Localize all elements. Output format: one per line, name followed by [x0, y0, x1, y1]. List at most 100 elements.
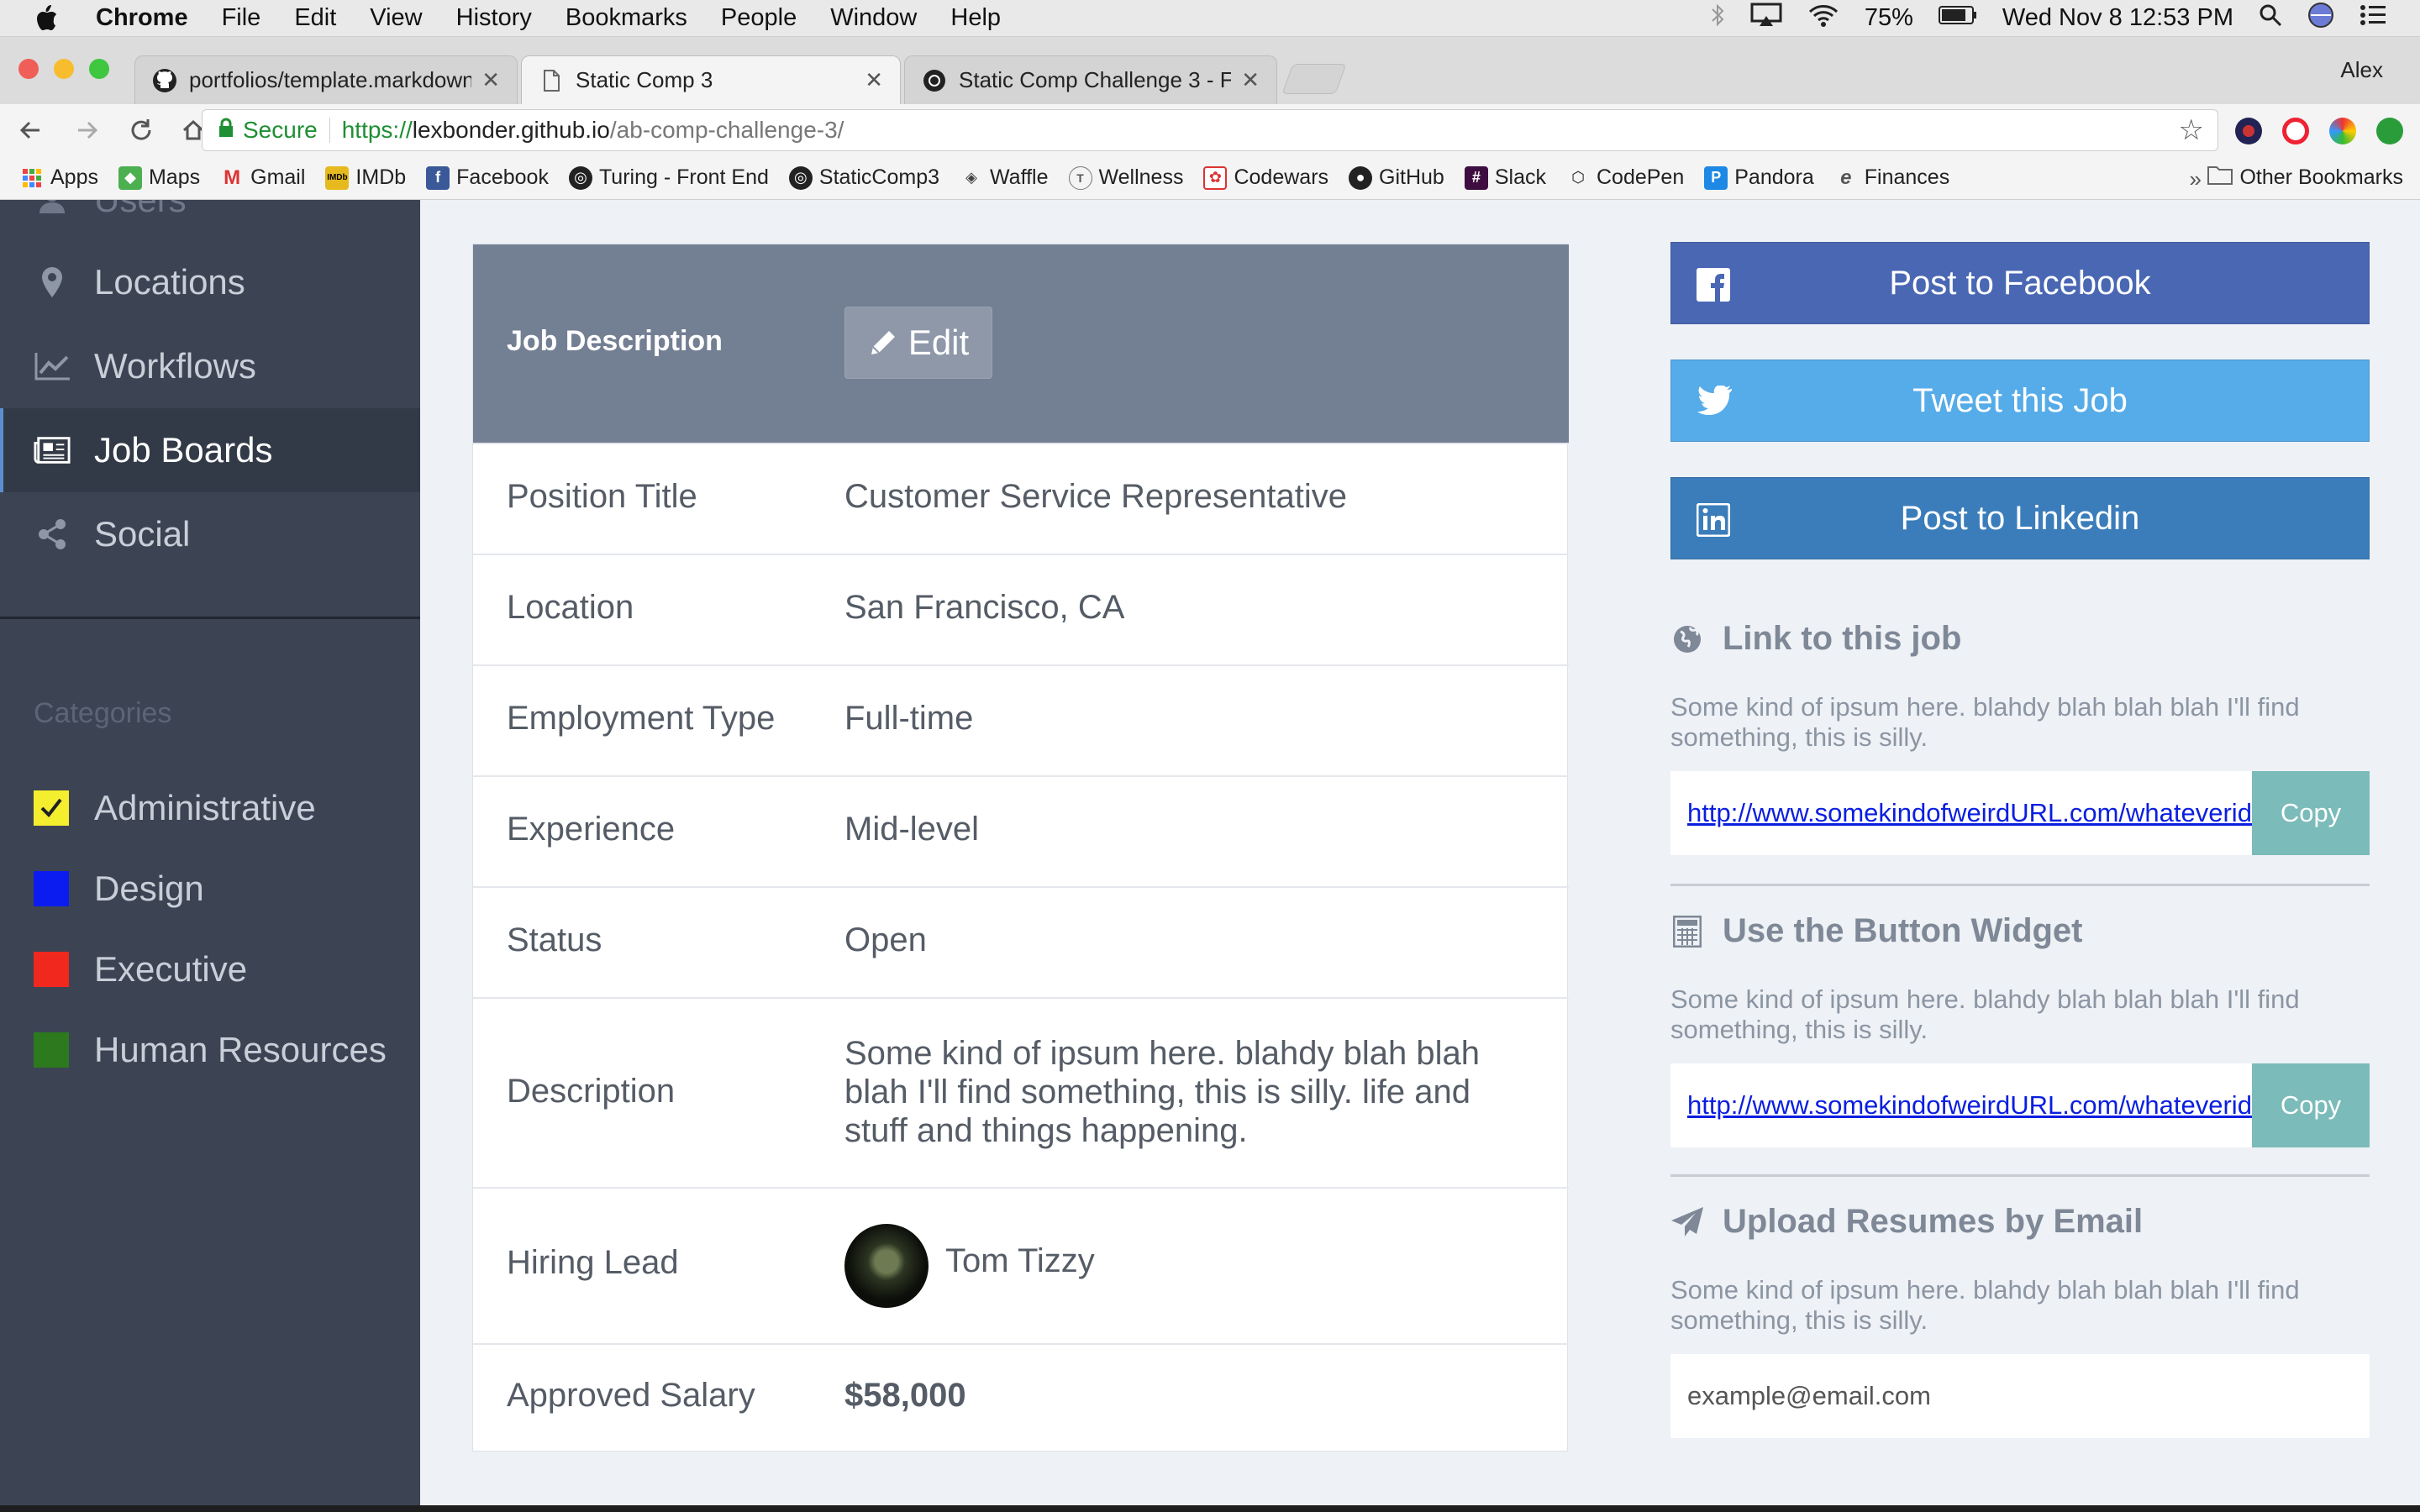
categories-heading: Categories — [34, 697, 172, 729]
menu-bookmarks[interactable]: Bookmarks — [566, 4, 687, 32]
window-zoom-button[interactable] — [89, 59, 109, 79]
bookmark-facebook[interactable]: f Facebook — [426, 165, 549, 190]
bookmark-gmail[interactable]: M Gmail — [220, 165, 305, 190]
wifi-icon[interactable] — [1807, 3, 1839, 34]
bookmark-codewars[interactable]: ✿ Codewars — [1203, 165, 1328, 190]
airplay-icon[interactable] — [1750, 3, 1782, 34]
bookmark-label: Pandora — [1734, 165, 1814, 189]
field-row-approved-salary: Approved Salary $58,000 — [473, 1343, 1569, 1452]
field-value: Customer Service Representative — [844, 478, 1348, 515]
turing-icon: ◎ — [788, 165, 813, 190]
field-label: Description — [507, 1073, 676, 1110]
forward-arrow-icon[interactable] — [71, 113, 104, 147]
browser-tab-portfolios[interactable]: portfolios/template.markdown ✕ — [134, 55, 518, 104]
category-design[interactable]: Design — [34, 864, 204, 914]
address-bar[interactable]: Secure https:// lexbonder.github.io /ab-… — [202, 109, 2218, 151]
back-arrow-icon[interactable] — [13, 113, 47, 147]
widget-link-url[interactable]: http://www.somekindofweirdURL.com/whatev… — [1670, 1090, 2252, 1121]
bookmark-apps[interactable]: Apps — [20, 165, 98, 190]
resume-email-input[interactable] — [1670, 1354, 2370, 1438]
turing-icon: ◎ — [568, 165, 592, 190]
bookmark-wellness[interactable]: T Wellness — [1068, 165, 1183, 190]
bookmark-waffle[interactable]: ◈ Waffle — [960, 165, 1048, 190]
battery-percent: 75% — [1864, 4, 1913, 31]
job-link-url[interactable]: http://www.somekindofweirdURL.com/whatev… — [1670, 798, 2252, 828]
bookmark-codepen[interactable]: ⬡ CodePen — [1566, 165, 1684, 190]
bookmark-star-icon[interactable]: ☆ — [2179, 113, 2204, 147]
battery-icon[interactable] — [1938, 4, 1977, 32]
section-title: Link to this job — [1723, 620, 1962, 657]
page-viewport: Users Locations Workflows Job Boards Soc… — [0, 200, 2420, 1505]
category-administrative[interactable]: Administrative — [34, 783, 316, 833]
other-bookmarks-folder[interactable]: Other Bookmarks — [2207, 165, 2403, 191]
sidebar-item-users[interactable]: Users — [0, 200, 420, 242]
menu-help[interactable]: Help — [950, 4, 1001, 32]
category-swatch[interactable] — [34, 871, 69, 906]
user-globe-icon[interactable] — [2307, 2, 2334, 35]
menubar-clock[interactable]: Wed Nov 8 12:53 PM — [2002, 4, 2233, 32]
sidebar-item-social[interactable]: Social — [0, 492, 420, 576]
post-to-linkedin-button[interactable]: Post to Linkedin — [1670, 477, 2370, 559]
extension-opera-icon[interactable] — [2282, 118, 2309, 144]
menu-edit[interactable]: Edit — [294, 4, 336, 32]
sidebar-item-job-boards[interactable]: Job Boards — [0, 408, 420, 492]
bookmark-staticcomp3[interactable]: ◎ StaticComp3 — [788, 165, 939, 190]
browser-tab-static-comp-challenge[interactable]: Static Comp Challenge 3 - Front ✕ — [904, 55, 1277, 104]
bookmark-github[interactable]: ● GitHub — [1349, 165, 1444, 190]
browser-tab-strip: portfolios/template.markdown ✕ Static Co… — [0, 37, 2420, 104]
profile-name[interactable]: Alex — [2340, 57, 2383, 83]
new-tab-button[interactable] — [1281, 64, 1347, 94]
checkbox-checked-icon[interactable] — [34, 790, 69, 826]
extension-color-icon[interactable] — [2329, 118, 2356, 144]
field-row-hiring-lead: Hiring Lead Tom Tizzy — [473, 1187, 1569, 1343]
bookmark-turing[interactable]: ◎ Turing - Front End — [568, 165, 769, 190]
tweet-this-job-button[interactable]: Tweet this Job — [1670, 360, 2370, 442]
extension-flag-icon[interactable] — [2235, 118, 2262, 144]
secure-label: Secure — [243, 117, 318, 143]
line-chart-icon — [34, 348, 71, 385]
bookmark-imdb[interactable]: IMDb IMDb — [325, 165, 406, 190]
upload-resumes-description: Some kind of ipsum here. blahdy blah bla… — [1670, 1275, 2300, 1335]
category-swatch[interactable] — [34, 952, 69, 987]
apple-icon[interactable] — [34, 4, 67, 33]
menu-view[interactable]: View — [370, 4, 422, 32]
menu-file[interactable]: File — [222, 4, 261, 32]
extension-update-icon[interactable] — [2376, 118, 2403, 144]
close-tab-icon[interactable]: ✕ — [1241, 67, 1260, 93]
reload-icon[interactable] — [124, 113, 158, 147]
menu-people[interactable]: People — [721, 4, 797, 32]
sidebar-item-locations[interactable]: Locations — [0, 240, 420, 324]
edit-button[interactable]: Edit — [844, 307, 992, 379]
window-bottom-edge — [0, 1505, 2420, 1512]
field-label: Hiring Lead — [507, 1244, 679, 1281]
menu-app-chrome[interactable]: Chrome — [96, 4, 188, 32]
button-widget-heading: Use the Button Widget — [1670, 912, 2083, 950]
category-swatch[interactable] — [34, 1032, 69, 1068]
window-minimize-button[interactable] — [54, 59, 74, 79]
category-human-resources[interactable]: Human Resources — [34, 1025, 387, 1075]
finances-icon: e — [1840, 165, 1852, 189]
sidebar-item-workflows[interactable]: Workflows — [0, 324, 420, 408]
menu-window[interactable]: Window — [830, 4, 917, 32]
bookmark-finances[interactable]: e Finances — [1834, 165, 1949, 190]
post-to-facebook-button[interactable]: Post to Facebook — [1670, 242, 2370, 324]
field-label: Approved Salary — [507, 1377, 755, 1414]
bookmark-pandora[interactable]: P Pandora — [1704, 165, 1814, 190]
folder-icon — [2207, 165, 2233, 191]
copy-link-button[interactable]: Copy — [2252, 771, 2370, 855]
menu-history[interactable]: History — [456, 4, 532, 32]
close-tab-icon[interactable]: ✕ — [481, 67, 500, 93]
window-close-button[interactable] — [18, 59, 39, 79]
bluetooth-icon[interactable] — [1710, 3, 1725, 34]
close-tab-icon[interactable]: ✕ — [865, 67, 883, 93]
copy-widget-button[interactable]: Copy — [2252, 1063, 2370, 1147]
bookmark-slack[interactable]: # Slack — [1464, 165, 1546, 190]
lock-icon[interactable] — [218, 117, 234, 144]
bookmark-maps[interactable]: ◆ Maps — [118, 165, 200, 190]
url-path: /ab-comp-challenge-3/ — [609, 117, 844, 143]
browser-tab-static-comp-3[interactable]: Static Comp 3 ✕ — [521, 55, 901, 104]
more-bookmarks-chevron-icon[interactable]: » — [2190, 166, 2202, 192]
spotlight-search-icon[interactable] — [2259, 3, 2282, 34]
notification-center-icon[interactable] — [2360, 3, 2386, 34]
category-executive[interactable]: Executive — [34, 944, 247, 995]
